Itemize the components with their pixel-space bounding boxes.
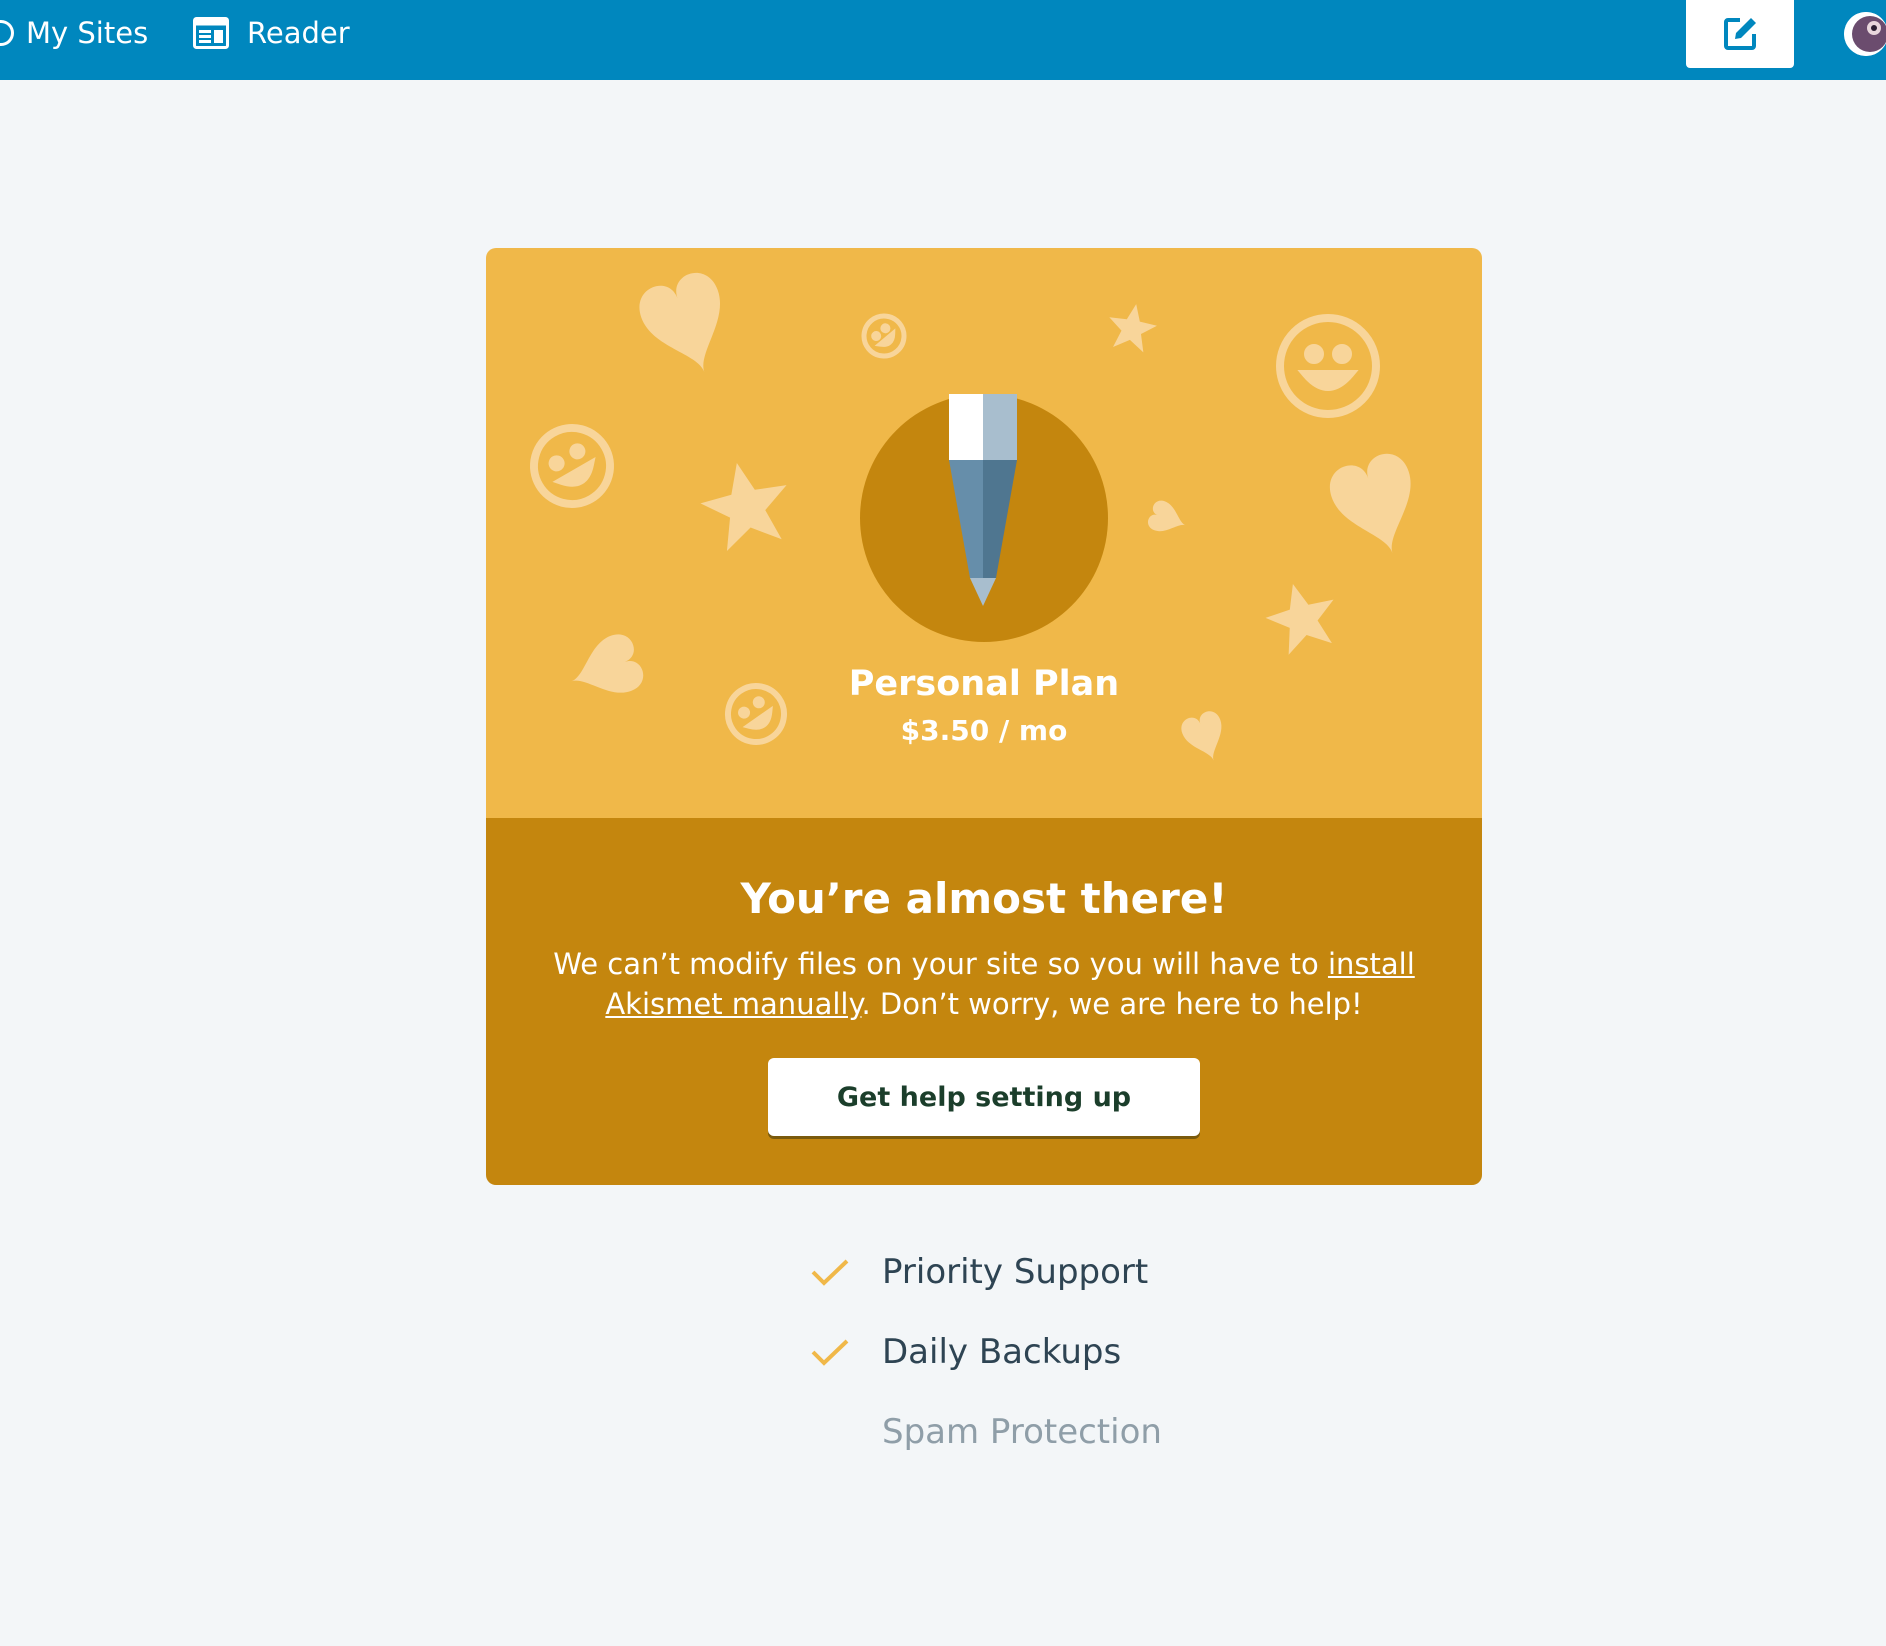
plan-name: Personal Plan bbox=[848, 664, 1120, 704]
plan-card: Personal Plan $3.50 / mo You’re almost t… bbox=[486, 248, 1482, 1185]
reader-icon bbox=[193, 17, 229, 49]
smiley-icon bbox=[1276, 314, 1380, 418]
wordpress-icon bbox=[0, 20, 14, 46]
heart-icon bbox=[639, 272, 720, 372]
nav-reader-label: Reader bbox=[247, 16, 350, 50]
message-text-after: . Don’t worry, we are here to help! bbox=[861, 987, 1363, 1021]
edit-icon bbox=[1724, 18, 1756, 50]
message-text: We can’t modify files on your site so yo… bbox=[536, 944, 1432, 1024]
checkmark-icon bbox=[811, 1339, 849, 1366]
feature-item: Daily Backups bbox=[810, 1312, 1310, 1392]
smiley-icon bbox=[530, 424, 614, 508]
feature-list: Priority Support Daily Backups Spam Prot… bbox=[810, 1232, 1310, 1472]
checkmark-icon bbox=[811, 1259, 849, 1286]
plan-price: $3.50 / mo bbox=[900, 714, 1068, 747]
feature-label: Priority Support bbox=[882, 1252, 1149, 1292]
feature-label: Daily Backups bbox=[882, 1332, 1122, 1372]
plan-hero: Personal Plan $3.50 / mo bbox=[486, 248, 1482, 818]
smiley-icon bbox=[861, 313, 907, 359]
plan-message: You’re almost there! We can’t modify fil… bbox=[486, 818, 1482, 1185]
heart-icon bbox=[1329, 453, 1411, 554]
avatar-image bbox=[1844, 12, 1886, 56]
feature-item: Priority Support bbox=[810, 1232, 1310, 1312]
star-icon bbox=[700, 462, 787, 551]
get-help-button[interactable]: Get help setting up bbox=[768, 1058, 1200, 1136]
nav-my-sites[interactable]: My Sites bbox=[0, 0, 148, 66]
nav-my-sites-label: My Sites bbox=[26, 16, 149, 50]
feature-item: Spam Protection bbox=[810, 1392, 1310, 1472]
heart-icon bbox=[1147, 500, 1186, 532]
avatar[interactable] bbox=[1844, 12, 1886, 56]
star-icon bbox=[1265, 583, 1334, 655]
write-post-button[interactable] bbox=[1686, 0, 1794, 68]
feature-label: Spam Protection bbox=[882, 1412, 1162, 1452]
message-text-before: We can’t modify files on your site so yo… bbox=[553, 947, 1328, 981]
pen-badge-icon bbox=[860, 394, 1108, 642]
nav-reader[interactable]: Reader bbox=[193, 0, 350, 66]
message-heading: You’re almost there! bbox=[740, 874, 1228, 923]
masterbar: My Sites Reader bbox=[0, 0, 1886, 80]
star-icon bbox=[1109, 304, 1157, 353]
